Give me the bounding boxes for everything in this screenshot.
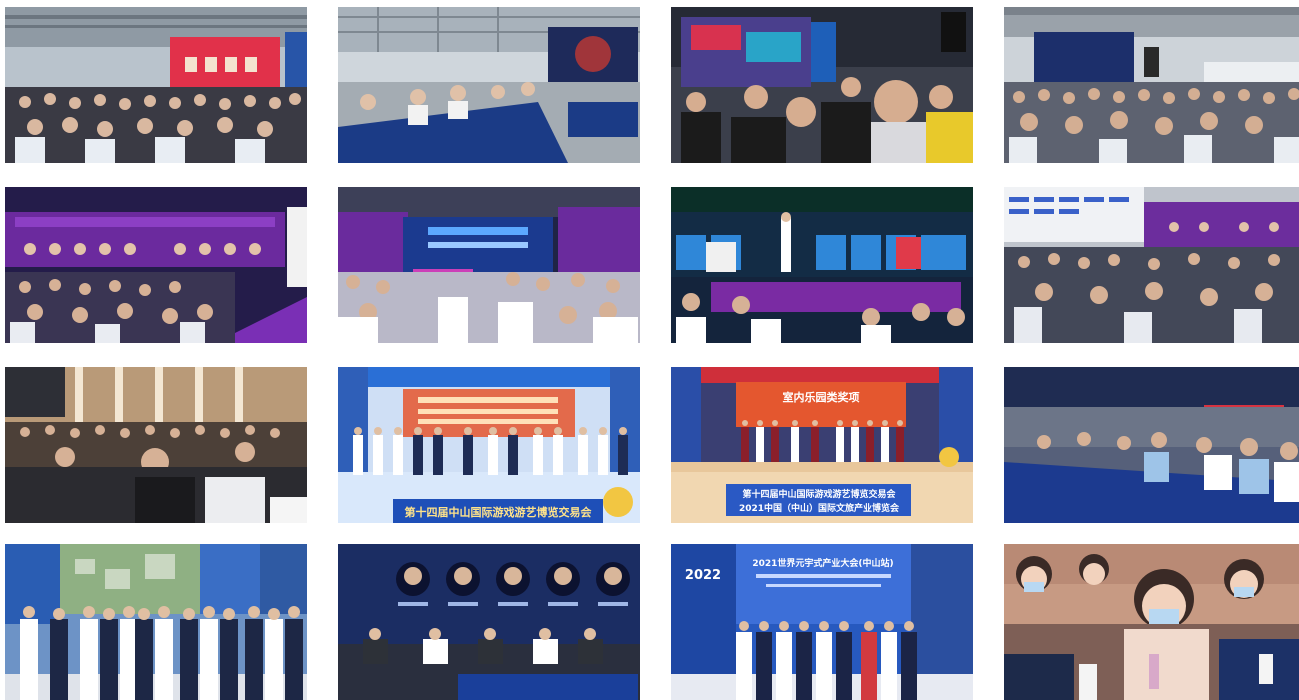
photo-forum-purple-screen[interactable] <box>1004 187 1299 343</box>
photo-image <box>338 544 640 700</box>
photo-expo-hall-red-stage[interactable] <box>5 7 307 163</box>
photo-panel-table[interactable] <box>338 7 640 163</box>
photo-gallery: 第十四届中山国际游戏游艺博览交易会 室内乐园类奖项 第十四届中山国际游戏游艺博览… <box>0 0 1299 700</box>
photo-award-ceremony[interactable]: 室内乐园类奖项 第十四届中山国际游戏游艺博览交易会 2021中国（中山）国际文旅… <box>671 367 973 523</box>
photo-image <box>5 187 307 343</box>
meta-conference-title: 2021世界元宇式产业大会(中山站) <box>752 557 893 569</box>
photo-purple-stage-audience[interactable] <box>338 187 640 343</box>
photo-image <box>5 544 307 700</box>
ceremony-banner-caption: 第十四届中山国际游戏游艺博览交易会 <box>405 505 593 519</box>
photo-hotel-ballroom[interactable] <box>5 367 307 523</box>
photo-crowded-seminar-hall[interactable] <box>1004 7 1299 163</box>
photo-image <box>5 367 307 523</box>
photo-guests-group[interactable] <box>5 544 307 700</box>
photo-image <box>671 7 973 163</box>
photo-roundtable[interactable] <box>1004 367 1299 523</box>
photo-image <box>5 7 307 163</box>
photo-image <box>1004 187 1299 343</box>
photo-audience-closeup[interactable] <box>1004 544 1299 700</box>
photo-image <box>1004 7 1299 163</box>
award-stage-title: 室内乐园类奖项 <box>783 390 860 404</box>
photo-image: 2022 2021世界元宇式产业大会(中山站) <box>671 544 973 700</box>
photo-image: 室内乐园类奖项 第十四届中山国际游戏游艺博览交易会 2021中国（中山）国际文旅… <box>671 367 973 523</box>
photo-image <box>338 7 640 163</box>
photo-purple-stage-forum[interactable] <box>5 187 307 343</box>
photo-opening-ceremony[interactable]: 第十四届中山国际游戏游艺博览交易会 <box>338 367 640 523</box>
photo-image <box>338 187 640 343</box>
photo-image <box>1004 544 1299 700</box>
photo-image <box>1004 367 1299 523</box>
photo-dialogue-panel[interactable] <box>338 544 640 700</box>
award-banner-caption: 第十四届中山国际游戏游艺博览交易会 <box>742 488 896 500</box>
photo-dark-stage-speaker[interactable] <box>671 187 973 343</box>
photo-image <box>671 187 973 343</box>
photo-crowd-led-wall[interactable] <box>671 7 973 163</box>
photo-image: 第十四届中山国际游戏游艺博览交易会 <box>338 367 640 523</box>
meta-conference-year: 2022 <box>685 568 721 583</box>
photo-meta-conference-group[interactable]: 2022 2021世界元宇式产业大会(中山站) <box>671 544 973 700</box>
award-banner-caption-2: 2021中国（中山）国际文旅产业博览会 <box>739 502 900 514</box>
